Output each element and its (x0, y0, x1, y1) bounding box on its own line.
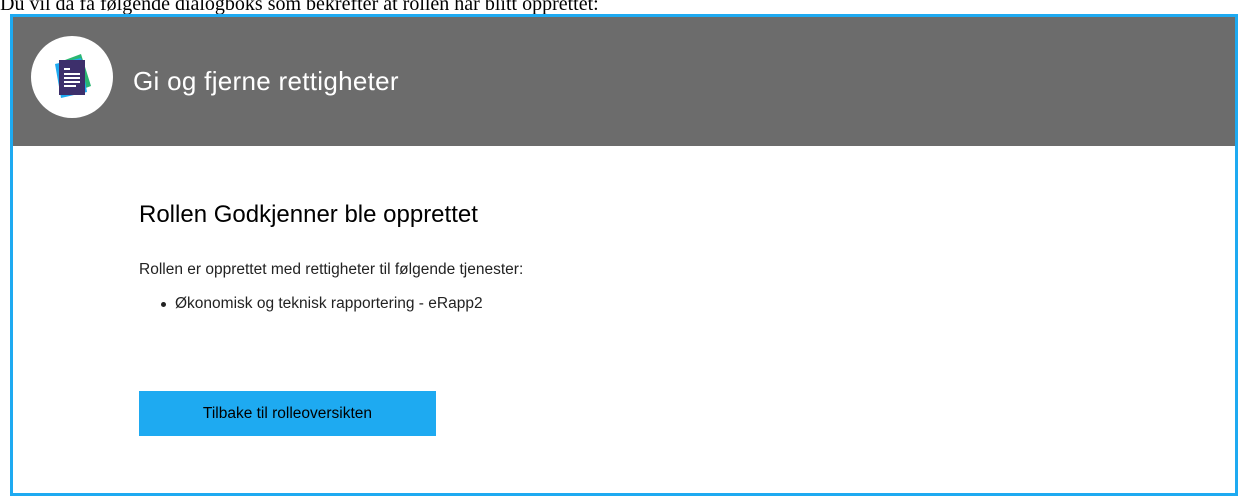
back-to-role-overview-button[interactable]: Tilbake til rolleoversikten (139, 391, 436, 436)
service-list: Økonomisk og teknisk rapportering - eRap… (139, 294, 1139, 314)
dialog-header: Gi og fjerne rettigheter (13, 17, 1235, 146)
dialog-title: Gi og fjerne rettigheter (133, 66, 399, 96)
bullet-icon (161, 302, 166, 307)
intro-text: Rollen er opprettet med rettigheter til … (139, 261, 524, 278)
role-created-dialog: Gi og fjerne rettigheter Rollen Godkjenn… (10, 14, 1238, 496)
dialog-content: Rollen Godkjenner ble opprettet Rollen e… (139, 197, 1139, 314)
success-heading: Rollen Godkjenner ble opprettet (139, 201, 478, 228)
service-name: Økonomisk og teknisk rapportering - eRap… (175, 295, 483, 312)
document-icon (31, 36, 113, 118)
list-item: Økonomisk og teknisk rapportering - eRap… (139, 294, 1139, 314)
